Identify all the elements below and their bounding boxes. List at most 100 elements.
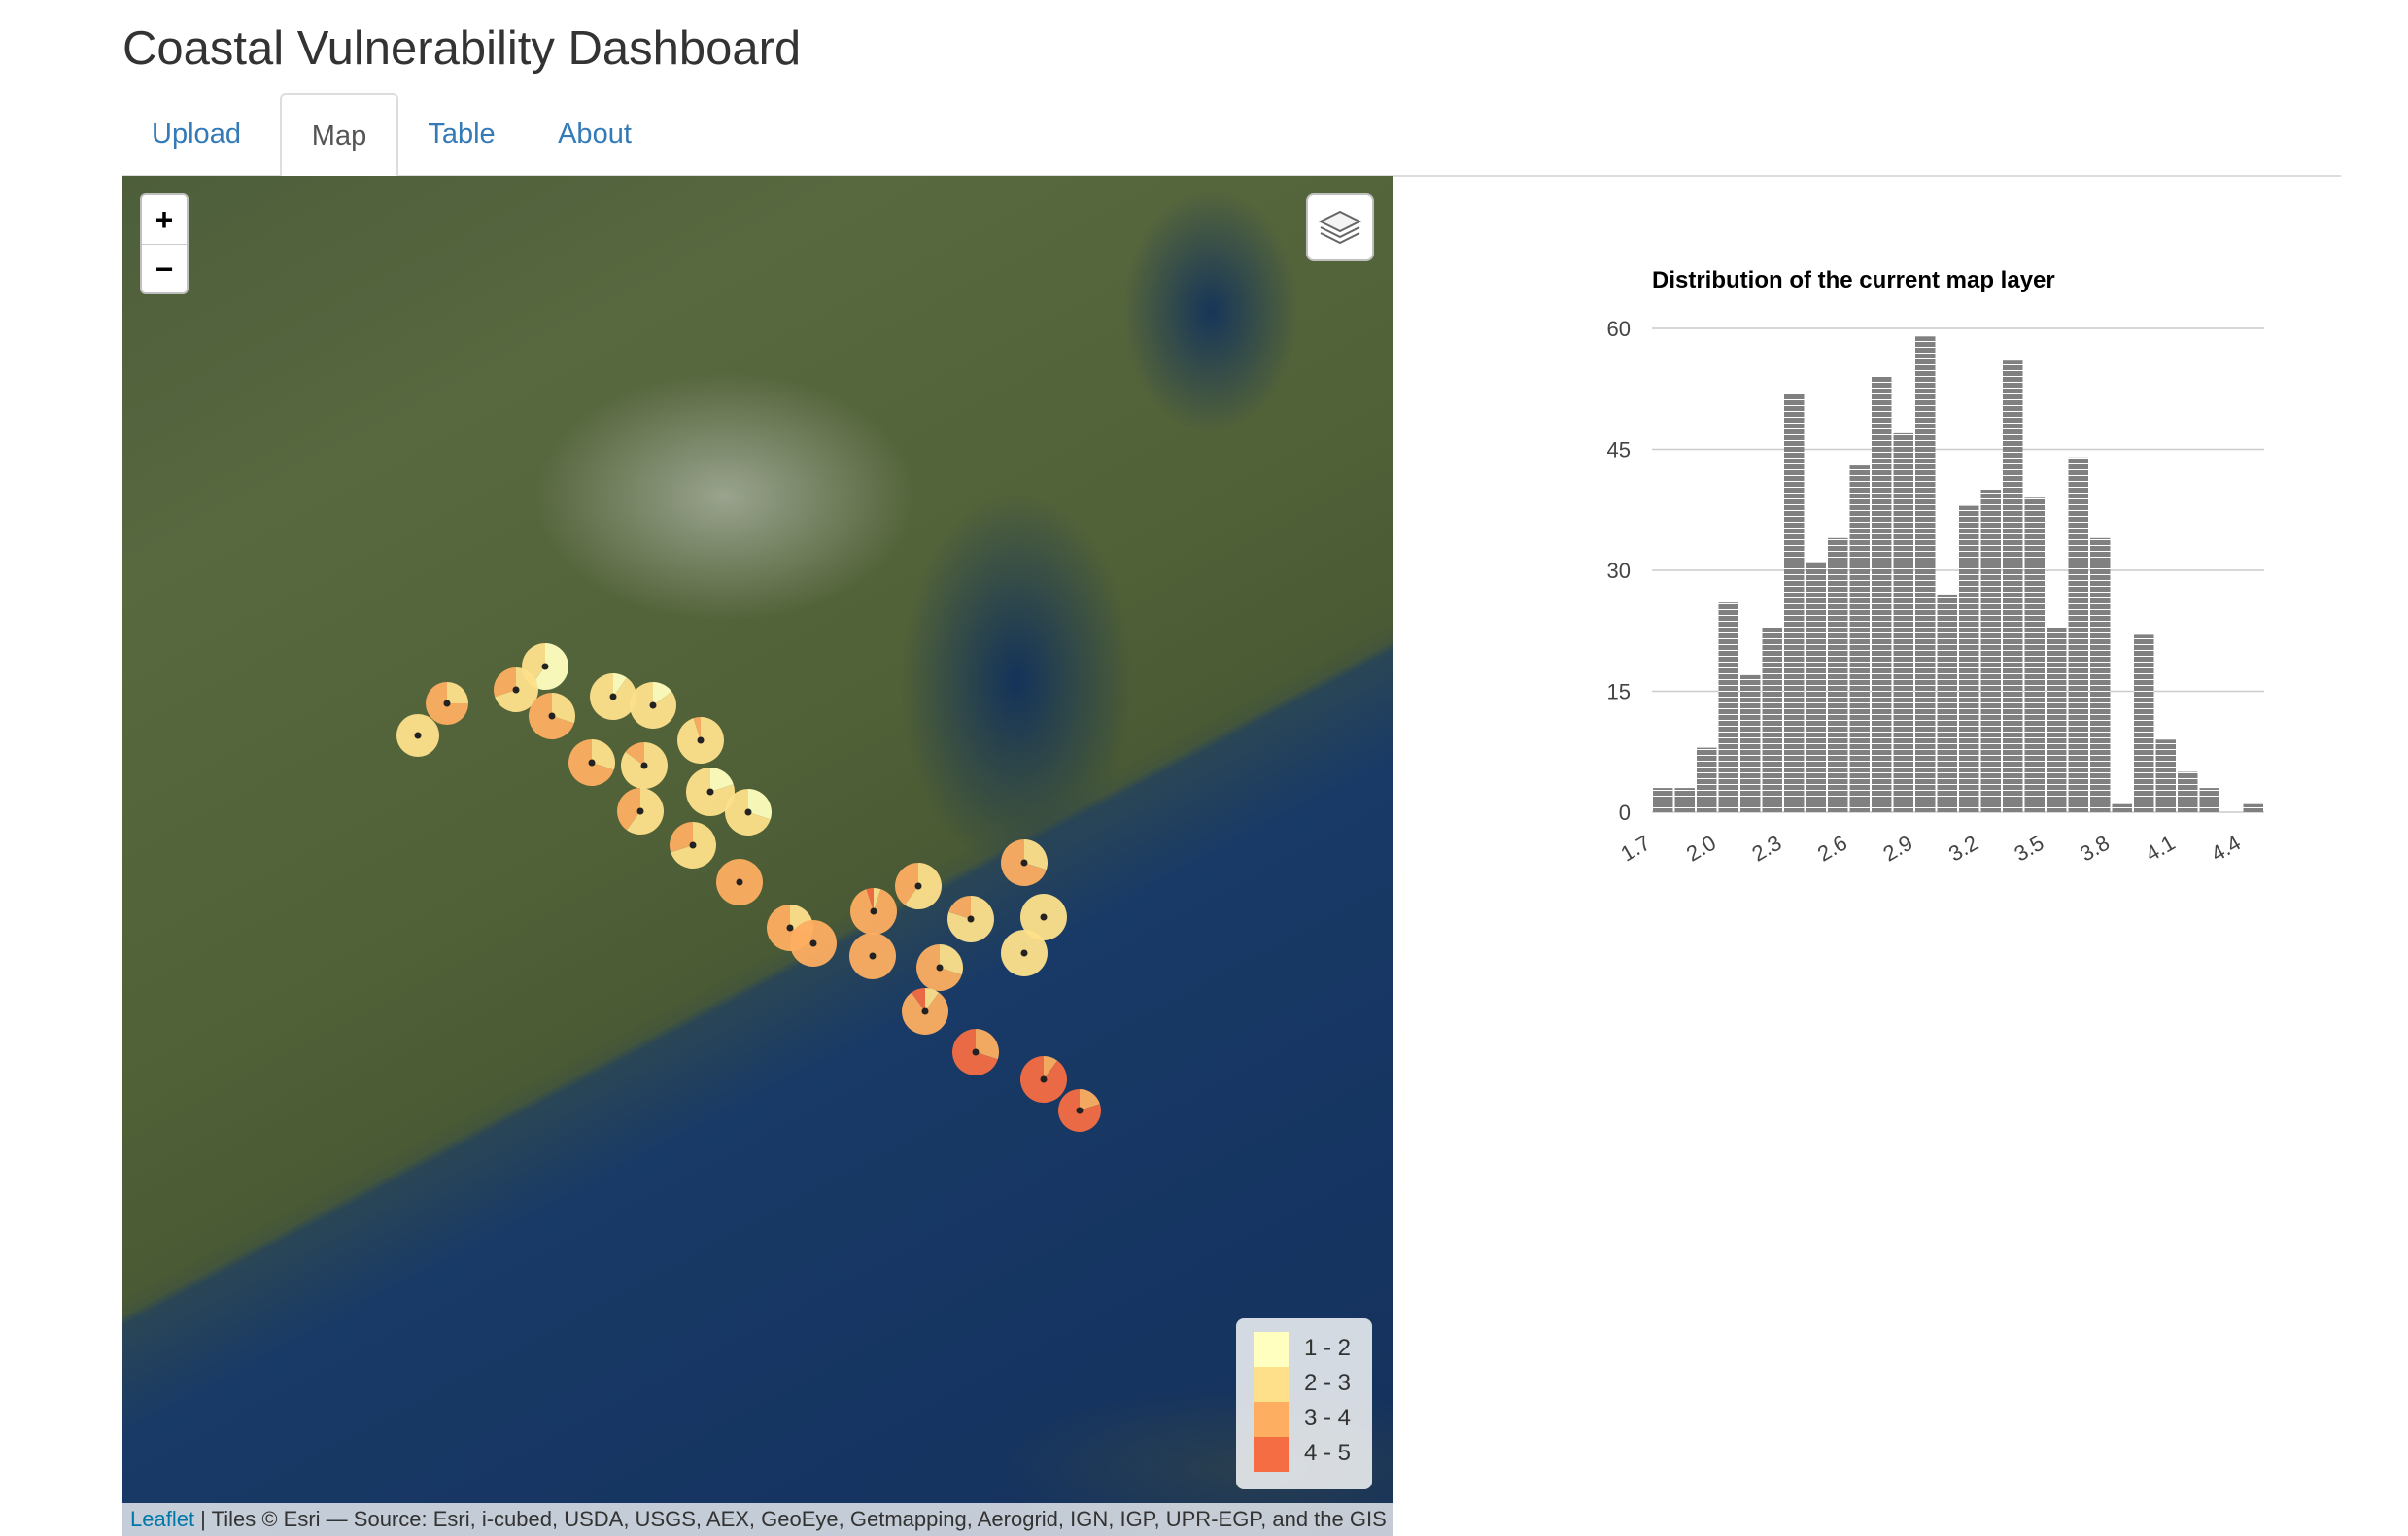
histogram-bar bbox=[2134, 634, 2154, 812]
map-legend: 1 - 2 2 - 3 3 - 4 4 - 5 bbox=[1236, 1318, 1372, 1489]
attribution-text: | Tiles © Esri — Source: Esri, i-cubed, … bbox=[194, 1507, 1387, 1531]
histogram-bar bbox=[1697, 747, 1717, 812]
x-tick-label: 2.6 bbox=[1813, 831, 1851, 867]
histogram-bar bbox=[1806, 562, 1826, 812]
zoom-control: + − bbox=[140, 193, 189, 294]
pie-marker[interactable] bbox=[1056, 1087, 1103, 1134]
marker-center-dot bbox=[1076, 1107, 1084, 1114]
marker-center-dot bbox=[1020, 859, 1028, 867]
y-tick-label: 60 bbox=[1607, 317, 1631, 341]
pie-marker[interactable] bbox=[567, 737, 617, 788]
legend-swatch bbox=[1254, 1402, 1289, 1437]
marker-center-dot bbox=[541, 663, 549, 670]
tab-upload[interactable]: Upload bbox=[122, 93, 270, 175]
x-tick-label: 2.0 bbox=[1682, 831, 1720, 867]
x-tick-label: 2.9 bbox=[1879, 831, 1917, 867]
zoom-in-button[interactable]: + bbox=[142, 195, 187, 245]
x-tick-label: 1.7 bbox=[1617, 831, 1655, 867]
histogram-bar bbox=[1915, 336, 1936, 812]
marker-center-dot bbox=[588, 759, 596, 767]
tab-about[interactable]: About bbox=[529, 93, 661, 175]
page-title: Coastal Vulnerability Dashboard bbox=[122, 22, 802, 75]
legend-label: 3 - 4 bbox=[1304, 1405, 1352, 1431]
x-tick-label: 4.4 bbox=[2207, 831, 2245, 867]
map-view[interactable]: + − 1 - 2 2 - 3 3 - 4 4 - 5 Leaflet | Ti… bbox=[122, 176, 1393, 1536]
x-tick-label: 3.8 bbox=[2076, 831, 2114, 867]
leaflet-link[interactable]: Leaflet bbox=[130, 1507, 194, 1531]
zoom-out-button[interactable]: − bbox=[142, 245, 187, 293]
pie-marker[interactable] bbox=[395, 712, 441, 759]
marker-center-dot bbox=[689, 841, 697, 849]
marker-center-dot bbox=[736, 878, 743, 886]
histogram-bar bbox=[2024, 497, 2045, 812]
pie-marker[interactable] bbox=[668, 820, 718, 870]
legend-swatch bbox=[1254, 1437, 1289, 1472]
histogram-bar bbox=[2003, 360, 2023, 812]
histogram-bar bbox=[1959, 505, 1979, 812]
marker-center-dot bbox=[414, 732, 422, 739]
histogram-bar bbox=[1784, 393, 1805, 812]
pie-marker[interactable] bbox=[946, 894, 996, 944]
marker-center-dot bbox=[914, 882, 922, 890]
pie-marker[interactable] bbox=[893, 861, 944, 911]
pie-marker[interactable] bbox=[628, 680, 678, 731]
marker-center-dot bbox=[512, 686, 520, 694]
legend-swatch bbox=[1254, 1367, 1289, 1402]
histogram-bar bbox=[1849, 465, 1870, 812]
x-tick-label: 4.1 bbox=[2142, 831, 2180, 867]
marker-center-dot bbox=[869, 952, 877, 960]
pie-marker[interactable] bbox=[615, 786, 666, 836]
marker-center-dot bbox=[967, 915, 975, 923]
marker-center-dot bbox=[609, 693, 617, 700]
marker-center-dot bbox=[443, 700, 451, 707]
legend-swatch bbox=[1254, 1332, 1289, 1367]
layers-control-button[interactable] bbox=[1306, 193, 1374, 261]
y-tick-label: 0 bbox=[1619, 801, 1631, 825]
histogram-bar bbox=[1674, 788, 1695, 812]
histogram-bar bbox=[2068, 457, 2088, 812]
pie-marker[interactable] bbox=[527, 691, 577, 741]
marker-center-dot bbox=[809, 939, 817, 947]
pie-marker[interactable] bbox=[619, 740, 670, 791]
marker-center-dot bbox=[972, 1048, 980, 1056]
histogram-bar bbox=[1893, 432, 1913, 812]
pie-marker[interactable] bbox=[999, 837, 1049, 888]
histogram-bar bbox=[2199, 788, 2219, 812]
y-tick-label: 30 bbox=[1607, 559, 1631, 583]
marker-center-dot bbox=[1040, 913, 1048, 921]
pie-marker[interactable] bbox=[714, 857, 765, 907]
marker-center-dot bbox=[921, 1007, 929, 1015]
pie-slice bbox=[447, 682, 468, 703]
histogram-bar bbox=[2243, 803, 2263, 812]
map-attribution: Leaflet | Tiles © Esri — Source: Esri, i… bbox=[122, 1503, 1393, 1536]
legend-label: 2 - 3 bbox=[1304, 1370, 1352, 1396]
chart-title: Distribution of the current map layer bbox=[1652, 267, 2055, 293]
tab-table[interactable]: Table bbox=[400, 93, 523, 175]
tab-bar: Upload Map Table About bbox=[122, 93, 2341, 177]
layers-icon bbox=[1318, 210, 1362, 245]
histogram-bar bbox=[1718, 602, 1738, 812]
pie-marker[interactable] bbox=[675, 715, 726, 766]
tab-map[interactable]: Map bbox=[280, 93, 398, 177]
legend-label: 1 - 2 bbox=[1304, 1335, 1352, 1361]
marker-center-dot bbox=[936, 964, 944, 972]
marker-center-dot bbox=[1040, 1075, 1048, 1083]
marker-center-dot bbox=[706, 788, 714, 796]
histogram-svg: Distribution of the current map layer 0 15… bbox=[1607, 267, 2264, 867]
pie-marker[interactable] bbox=[950, 1027, 1001, 1077]
pie-marker[interactable] bbox=[723, 787, 774, 837]
marker-center-dot bbox=[697, 736, 705, 744]
pie-marker[interactable] bbox=[788, 918, 839, 969]
histogram-bar bbox=[1653, 788, 1673, 812]
histogram-bar bbox=[2112, 803, 2132, 812]
x-tick-label: 3.2 bbox=[1944, 831, 1982, 867]
marker-center-dot bbox=[636, 807, 644, 815]
pie-marker[interactable] bbox=[999, 928, 1049, 978]
histogram-bar bbox=[2090, 537, 2111, 812]
pie-marker[interactable] bbox=[848, 886, 899, 937]
pie-marker[interactable] bbox=[847, 931, 898, 981]
histogram-bar bbox=[1762, 627, 1782, 812]
histogram-bar bbox=[1980, 490, 2001, 812]
pie-marker[interactable] bbox=[900, 986, 950, 1037]
marker-center-dot bbox=[548, 712, 556, 720]
